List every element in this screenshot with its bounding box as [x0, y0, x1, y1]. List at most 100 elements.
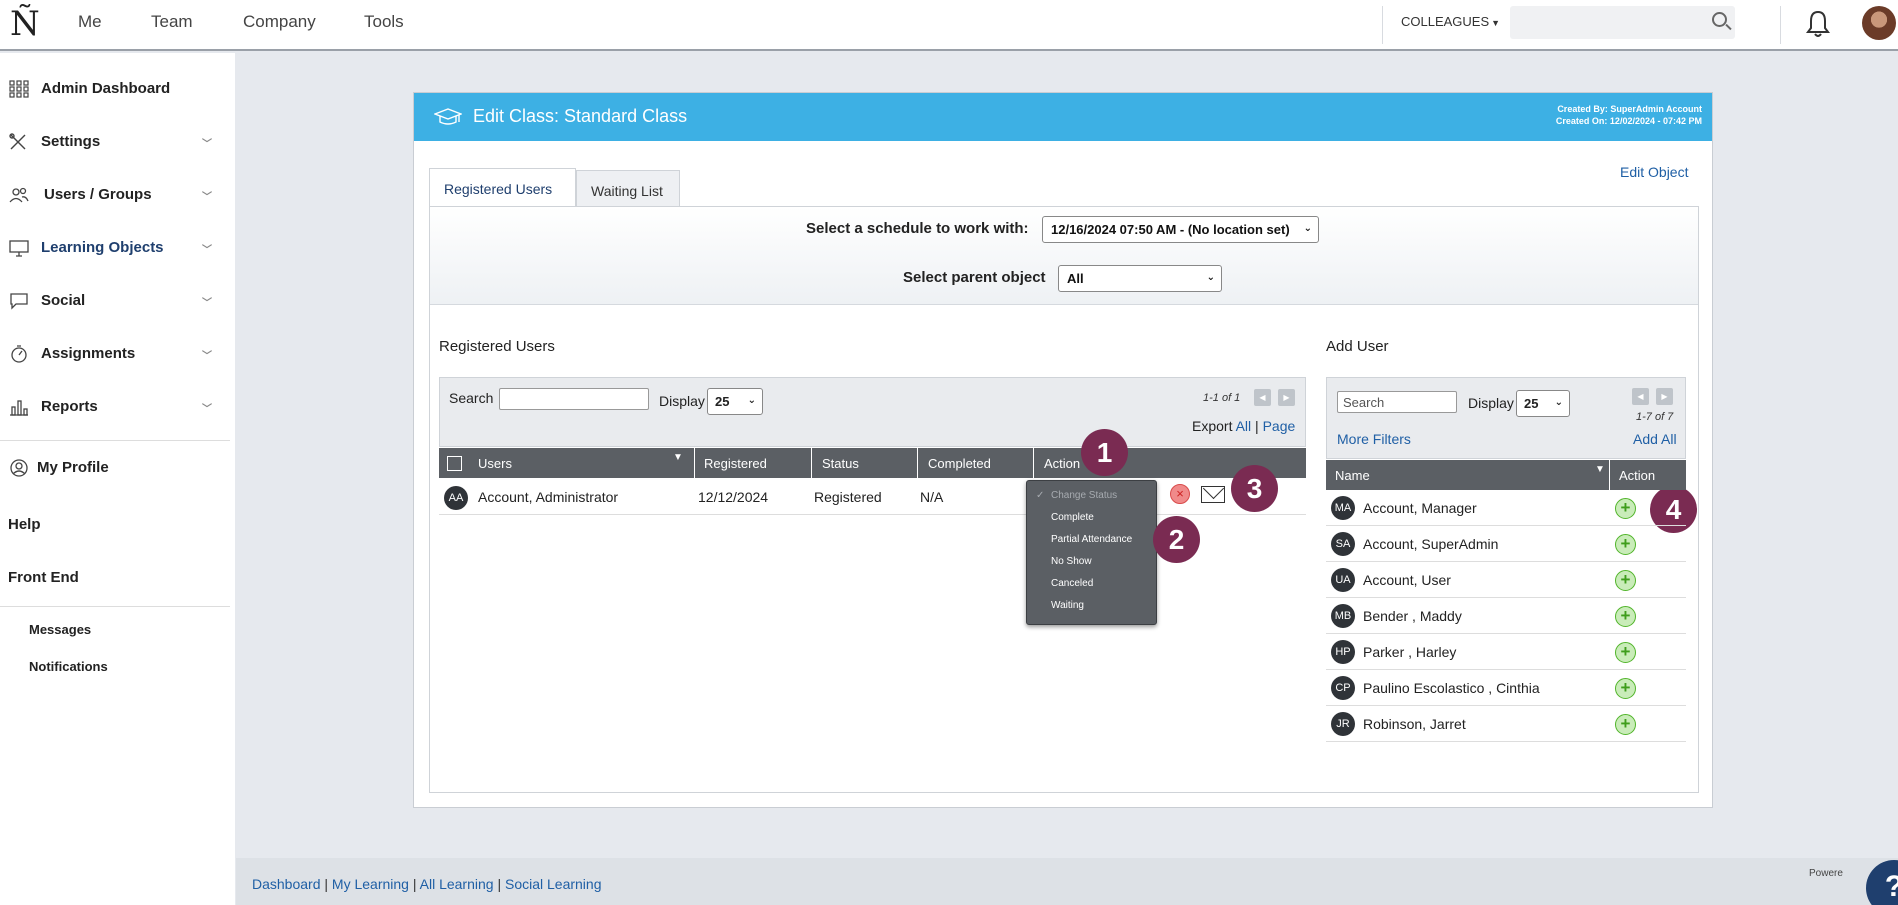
parent-object-select[interactable]: All ⌄	[1058, 265, 1222, 292]
nav-divider	[1382, 6, 1383, 44]
status-option-waiting[interactable]: Waiting	[1051, 600, 1084, 611]
panel-header: Edit Class: Standard Class Created By: S…	[414, 93, 1712, 141]
sidebar-item-settings[interactable]: Settings ﹀	[0, 123, 230, 163]
next-page-button[interactable]: ▶	[1278, 389, 1295, 406]
nav-tools[interactable]: Tools	[364, 12, 404, 32]
user-name: Account, Manager	[1363, 500, 1477, 516]
nav-team[interactable]: Team	[151, 12, 193, 32]
search-label: Search	[449, 390, 494, 406]
sidebar: Admin Dashboard Settings ﹀ Users / Group…	[0, 53, 235, 905]
export-separator: |	[1255, 418, 1259, 434]
sidebar-item-learning-objects[interactable]: Learning Objects ﹀	[0, 229, 230, 269]
footer-link-all-learning[interactable]: All Learning	[420, 876, 494, 892]
sort-icon[interactable]: ▼	[673, 452, 683, 463]
nav-company[interactable]: Company	[243, 12, 316, 32]
add-user-display-select[interactable]: 25 ⌄	[1516, 390, 1570, 417]
avatar: MB	[1331, 604, 1355, 628]
more-filters-link[interactable]: More Filters	[1337, 431, 1411, 447]
change-status-dropdown[interactable]: ✓ Change Status Complete Partial Attenda…	[1026, 480, 1157, 625]
sidebar-item-social[interactable]: Social ﹀	[0, 282, 230, 322]
status-option-partial-attendance[interactable]: Partial Attendance	[1051, 534, 1132, 545]
tab-registered-users[interactable]: Registered Users	[429, 168, 576, 208]
user-name: Robinson, Jarret	[1363, 716, 1466, 732]
column-completed[interactable]: Completed	[918, 448, 1033, 478]
select-all-checkbox[interactable]	[447, 456, 462, 471]
add-user-icon[interactable]: +	[1615, 570, 1636, 591]
column-users[interactable]: Users ▼	[439, 448, 694, 478]
user-avatar[interactable]	[1862, 6, 1896, 40]
user-name: Parker , Harley	[1363, 644, 1457, 660]
stopwatch-icon	[11, 345, 27, 363]
brand-logo[interactable]: Ñ	[10, 4, 40, 44]
email-icon[interactable]	[1201, 486, 1225, 503]
sort-icon[interactable]: ▼	[1595, 464, 1605, 475]
add-user-title: Add User	[1326, 338, 1389, 355]
avatar: SA	[1331, 532, 1355, 556]
column-status[interactable]: Status	[812, 448, 917, 478]
step-badge-2: 2	[1153, 516, 1200, 563]
export-page-link[interactable]: Page	[1263, 418, 1296, 434]
next-page-button[interactable]: ▶	[1656, 388, 1673, 405]
sidebar-item-assignments[interactable]: Assignments ﹀	[0, 335, 230, 375]
column-label: Status	[822, 456, 859, 471]
column-registered[interactable]: Registered	[695, 448, 811, 478]
add-all-link[interactable]: Add All	[1633, 431, 1677, 447]
add-user-icon[interactable]: +	[1615, 606, 1636, 627]
sidebar-item-users-groups[interactable]: Users / Groups ﹀	[0, 176, 230, 216]
colleagues-dropdown[interactable]: COLLEAGUES ▼	[1401, 14, 1500, 29]
tab-waiting-list[interactable]: Waiting List	[576, 170, 680, 208]
sidebar-item-help[interactable]: Help	[8, 516, 41, 533]
registered-users-toolbar: Search Display 25 ⌄ 1-1 of 1 ◀ ▶ Export A…	[439, 377, 1306, 447]
avatar: UA	[1331, 568, 1355, 592]
footer-link-social-learning[interactable]: Social Learning	[505, 876, 602, 892]
nav-divider	[1780, 6, 1781, 44]
avatar: JR	[1331, 712, 1355, 736]
chevron-down-icon: ﹀	[202, 404, 212, 415]
registered-search-input[interactable]	[499, 388, 649, 410]
global-search-input[interactable]	[1510, 6, 1735, 39]
sidebar-item-reports[interactable]: Reports ﹀	[0, 388, 230, 428]
sidebar-item-my-profile[interactable]: My Profile	[0, 449, 230, 489]
add-user-icon[interactable]: +	[1615, 534, 1636, 555]
list-item: SA Account, SuperAdmin +	[1326, 526, 1686, 562]
nav-me[interactable]: Me	[78, 12, 102, 32]
add-user-icon[interactable]: +	[1615, 678, 1636, 699]
status-option-no-show[interactable]: No Show	[1051, 556, 1092, 567]
sidebar-item-label: Learning Objects	[41, 239, 164, 256]
chevron-down-icon: ﹀	[202, 351, 212, 362]
caret-down-icon: ▼	[1491, 18, 1501, 28]
column-name[interactable]: Name	[1335, 468, 1370, 483]
graduation-cap-icon	[434, 108, 462, 125]
status-option-complete[interactable]: Complete	[1051, 512, 1094, 523]
add-user-icon[interactable]: +	[1615, 498, 1636, 519]
add-user-search-input[interactable]: Search	[1337, 391, 1457, 413]
prev-page-button[interactable]: ◀	[1254, 389, 1271, 406]
sidebar-item-front-end[interactable]: Front End	[8, 569, 79, 586]
schedule-selector-area: Select a schedule to work with: 12/16/20…	[430, 207, 1698, 305]
list-item: MB Bender , Maddy +	[1326, 598, 1686, 634]
created-meta: Created By: SuperAdmin Account Created O…	[1556, 103, 1702, 127]
registered-display-select[interactable]: 25 ⌄	[707, 388, 763, 415]
chevron-down-icon: ⌄	[1303, 223, 1312, 234]
chevron-down-icon: ⌄	[1554, 397, 1563, 408]
user-name[interactable]: Account, Administrator	[478, 489, 618, 505]
sidebar-item-admin-dashboard[interactable]: Admin Dashboard	[0, 70, 230, 110]
status-option-canceled[interactable]: Canceled	[1051, 578, 1093, 589]
column-divider	[1609, 460, 1610, 490]
prev-page-button[interactable]: ◀	[1632, 388, 1649, 405]
footer-link-my-learning[interactable]: My Learning	[332, 876, 409, 892]
add-user-icon[interactable]: +	[1615, 714, 1636, 735]
export-all-link[interactable]: All	[1236, 418, 1252, 434]
column-label: Completed	[928, 456, 991, 471]
remove-user-icon[interactable]: ×	[1170, 484, 1190, 504]
sidebar-item-notifications[interactable]: Notifications	[29, 659, 108, 674]
add-user-icon[interactable]: +	[1615, 642, 1636, 663]
footer-link-dashboard[interactable]: Dashboard	[252, 876, 321, 892]
schedule-select[interactable]: 12/16/2024 07:50 AM - (No location set) ⌄	[1042, 216, 1319, 243]
bar-chart-icon	[10, 400, 28, 416]
sidebar-item-messages[interactable]: Messages	[29, 622, 91, 637]
sidebar-item-label: Users / Groups	[44, 186, 152, 203]
edit-object-link[interactable]: Edit Object	[1620, 164, 1688, 180]
search-icon[interactable]	[1712, 12, 1727, 27]
bell-icon[interactable]	[1803, 9, 1833, 39]
